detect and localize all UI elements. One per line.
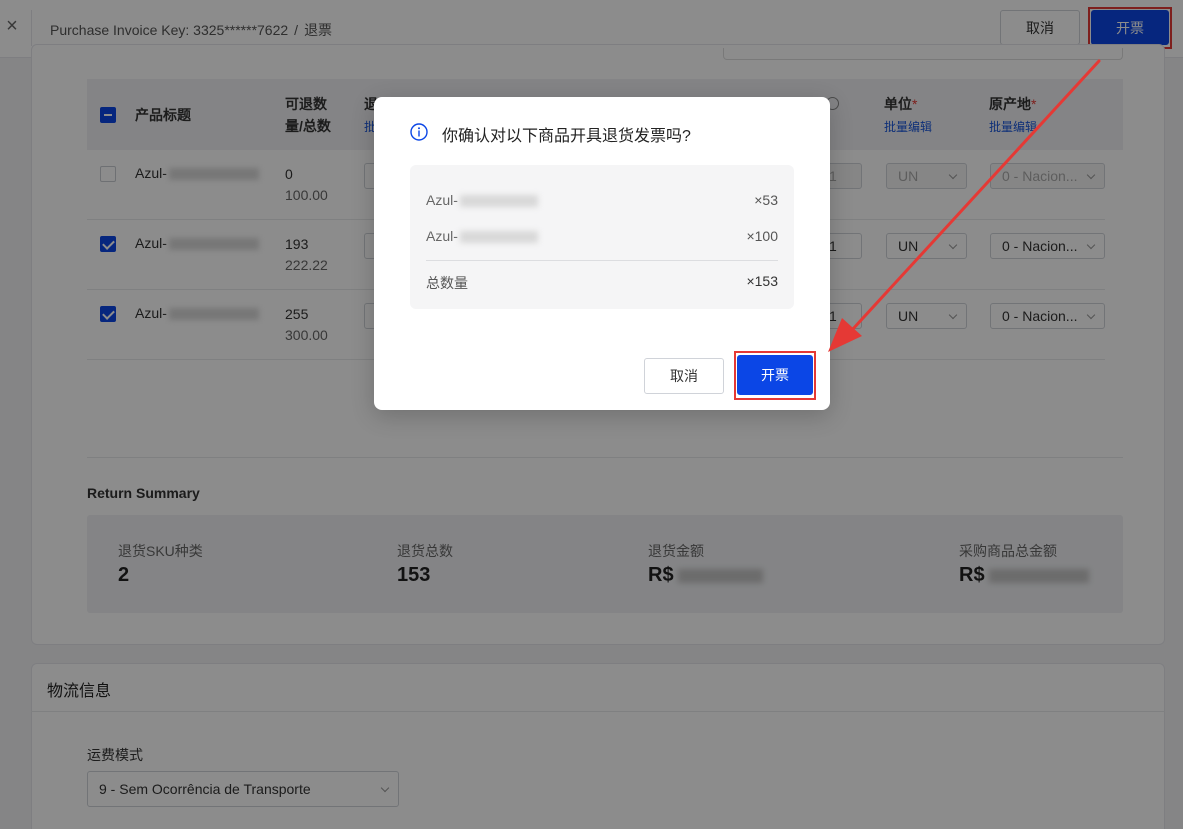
list-divider [426, 260, 778, 261]
dialog-cancel-button[interactable]: 取消 [644, 358, 724, 394]
item-qty: ×53 [754, 192, 778, 208]
list-item: Azul- ×53 [426, 192, 778, 208]
total-qty: ×153 [746, 273, 778, 289]
item-name: Azul- [426, 228, 458, 244]
blurred-text [459, 195, 538, 208]
dialog-title: 你确认对以下商品开具退货发票吗? [442, 128, 691, 145]
total-row: 总数量 ×153 [426, 273, 778, 293]
item-qty: ×100 [746, 228, 778, 244]
list-item: Azul- ×100 [426, 228, 778, 244]
dialog-highlight-box [734, 351, 816, 400]
total-label: 总数量 [426, 275, 468, 291]
dialog-item-list: Azul- ×53 Azul- ×100 总数量 ×153 [410, 165, 794, 309]
confirm-dialog: 你确认对以下商品开具退货发票吗? Azul- ×53 Azul- ×100 总数… [374, 97, 830, 410]
info-icon [410, 123, 428, 141]
blurred-text [459, 231, 538, 244]
item-name: Azul- [426, 192, 458, 208]
